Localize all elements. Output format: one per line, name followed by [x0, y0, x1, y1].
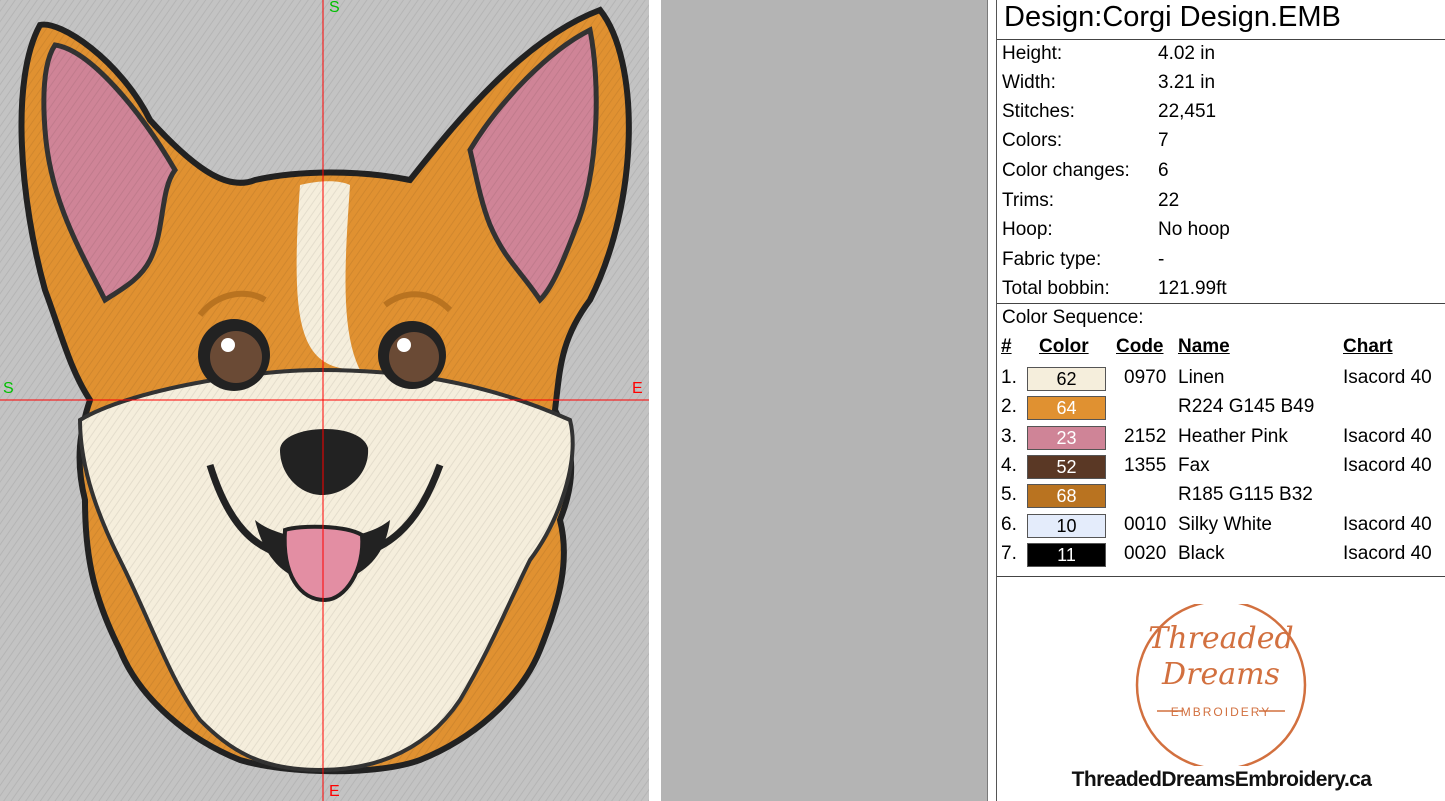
prop-height-value: 4.02 in — [1158, 43, 1216, 64]
design-info-panel: Design:Corgi Design.EMB Height: 4.02 in … — [996, 0, 1445, 801]
color-sequence-row[interactable]: 7. 0020 Black Isacord 40 11 — [997, 540, 1445, 569]
row-number: 2. — [1001, 396, 1017, 418]
color-sequence-row[interactable]: 1. 0970 Linen Isacord 40 62 — [997, 364, 1445, 393]
axis-label-left: S — [3, 380, 14, 397]
row-number: 7. — [1001, 542, 1017, 564]
design-title: Design:Corgi Design.EMB — [1004, 1, 1341, 33]
color-swatch: 23 — [1027, 425, 1106, 450]
prop-total-bobbin-label: Total bobbin: — [1002, 278, 1110, 299]
row-name: Silky White — [1178, 513, 1272, 535]
prop-height-label: Height: — [1002, 43, 1063, 64]
logo-line-1: Threaded — [1148, 621, 1293, 656]
prop-fabric-type-label: Fabric type: — [1002, 249, 1102, 270]
axis-label-top: S — [329, 0, 340, 16]
divider — [997, 39, 1445, 40]
row-name: R224 G145 B49 — [1178, 396, 1315, 418]
color-swatch: 68 — [1027, 484, 1106, 509]
color-sequence-row[interactable]: 4. 1355 Fax Isacord 40 52 — [997, 452, 1445, 481]
prop-stitches-label: Stitches: — [1002, 101, 1075, 122]
row-number: 1. — [1001, 367, 1017, 388]
prop-colors-label: Colors: — [1002, 130, 1063, 151]
color-sequence-row[interactable]: 2. R224 G145 B49 64 — [997, 393, 1445, 422]
divider — [997, 303, 1445, 304]
row-name: Heather Pink — [1178, 425, 1288, 447]
col-header-num: # — [1001, 336, 1012, 357]
panel-divider — [987, 0, 988, 801]
prop-colors-value: 7 — [1158, 130, 1169, 151]
brand-logo: Threaded Dreams EMBROIDERY — [1127, 599, 1315, 771]
divider — [997, 576, 1445, 577]
row-code: 1355 — [1124, 454, 1167, 476]
row-number: 6. — [1001, 513, 1017, 535]
row-chart: Isacord 40 — [1343, 425, 1432, 447]
design-canvas[interactable]: S E S E — [0, 0, 649, 801]
logo-circle-icon: Threaded Dreams EMBROIDERY — [1135, 599, 1307, 771]
row-code: 0020 — [1124, 542, 1167, 564]
row-name: Black — [1178, 542, 1225, 564]
row-number: 3. — [1001, 425, 1017, 447]
left-eye — [198, 319, 270, 391]
logo-line-3: EMBROIDERY — [1171, 705, 1271, 719]
row-name: R185 G115 B32 — [1178, 484, 1313, 506]
color-swatch: 62 — [1027, 367, 1106, 391]
website-url[interactable]: ThreadedDreamsEmbroidery.ca — [997, 768, 1445, 792]
col-header-name: Name — [1178, 336, 1230, 357]
row-code: 2152 — [1124, 425, 1167, 447]
prop-hoop-label: Hoop: — [1002, 219, 1053, 240]
prop-trims-value: 22 — [1158, 190, 1180, 211]
panel-separator — [649, 0, 661, 801]
row-chart: Isacord 40 — [1343, 513, 1432, 535]
row-name: Linen — [1178, 367, 1225, 388]
prop-fabric-type-value: - — [1158, 249, 1165, 270]
prop-total-bobbin-value: 121.99ft — [1158, 278, 1227, 299]
col-header-chart: Chart — [1343, 336, 1393, 357]
empty-workspace — [661, 0, 987, 801]
color-sequence-row[interactable]: 6. 0010 Silky White Isacord 40 10 — [997, 511, 1445, 540]
col-header-color: Color — [1039, 336, 1089, 357]
row-number: 4. — [1001, 454, 1017, 476]
color-swatch: 52 — [1027, 454, 1106, 479]
axis-label-bottom: E — [329, 783, 340, 800]
row-chart: Isacord 40 — [1343, 367, 1432, 388]
prop-width-label: Width: — [1002, 72, 1056, 93]
row-code: 0010 — [1124, 513, 1167, 535]
prop-stitches-value: 22,451 — [1158, 101, 1217, 122]
row-chart: Isacord 40 — [1343, 542, 1432, 564]
color-swatch: 10 — [1027, 513, 1106, 538]
axis-label-right: E — [632, 380, 643, 397]
prop-color-changes-label: Color changes: — [1002, 160, 1130, 181]
prop-color-changes-value: 6 — [1158, 160, 1169, 181]
row-code: 0970 — [1124, 367, 1167, 388]
prop-trims-label: Trims: — [1002, 190, 1055, 211]
color-sequence-row[interactable]: 5. R185 G115 B32 68 — [997, 481, 1445, 510]
color-swatch: 64 — [1027, 396, 1106, 421]
corgi-embroidery-preview — [0, 0, 649, 801]
right-eye — [378, 321, 446, 389]
row-number: 5. — [1001, 484, 1017, 506]
color-sequence-title: Color Sequence: — [1002, 307, 1144, 328]
col-header-code: Code — [1116, 336, 1164, 357]
color-sequence-row[interactable]: 3. 2152 Heather Pink Isacord 40 23 — [997, 423, 1445, 452]
row-chart: Isacord 40 — [1343, 454, 1432, 476]
prop-width-value: 3.21 in — [1158, 72, 1216, 93]
prop-hoop-value: No hoop — [1158, 219, 1230, 240]
row-name: Fax — [1178, 454, 1210, 476]
color-swatch: 11 — [1027, 542, 1106, 567]
logo-line-2: Dreams — [1161, 657, 1280, 692]
